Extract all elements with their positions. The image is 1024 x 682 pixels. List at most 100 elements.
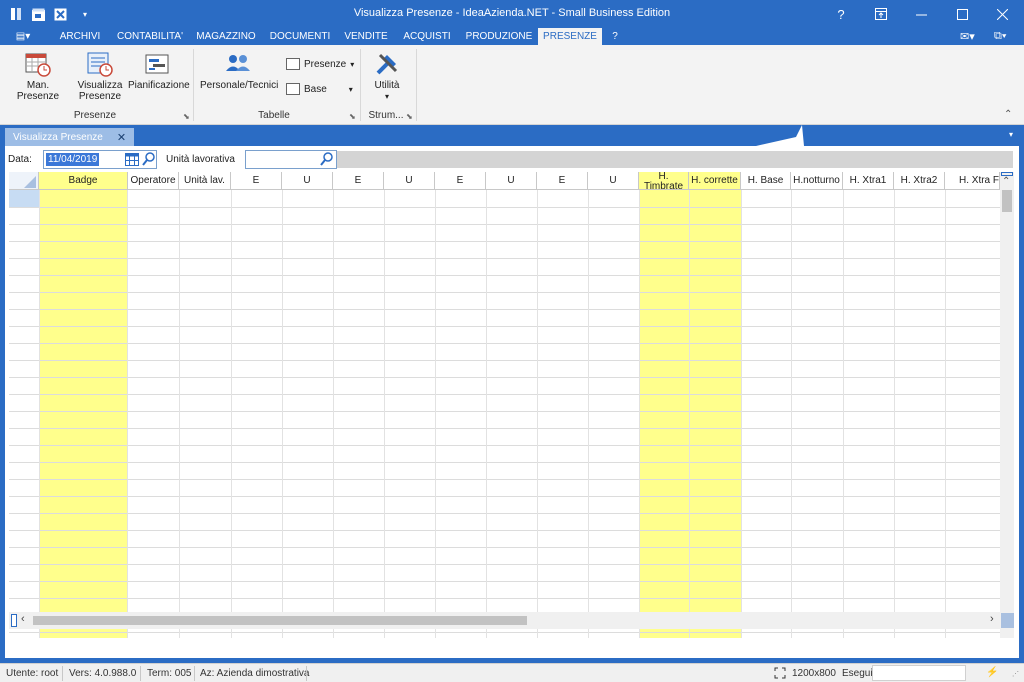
chevron-down-icon: ▾ <box>348 84 353 94</box>
resize-grip-icon[interactable]: ⋰ <box>1012 670 1019 678</box>
column-header-uscita[interactable]: U <box>588 172 639 190</box>
personale-tecnici-button[interactable]: Personale/Tecnici <box>200 51 278 91</box>
column-header-xtra-fe[interactable]: H. Xtra Fe <box>945 172 1000 190</box>
group-presenze-launcher-icon[interactable]: ⬊ <box>183 112 190 121</box>
vertical-scroll-thumb[interactable] <box>1002 190 1012 212</box>
grid-row-line <box>9 496 1000 497</box>
filter-spacer <box>337 151 1013 168</box>
grid-column-line <box>333 190 334 638</box>
ribbon-separator <box>193 49 194 121</box>
select-all-corner[interactable] <box>9 172 39 190</box>
horizontal-scroll-thumb[interactable] <box>33 616 527 625</box>
people-icon <box>224 51 252 77</box>
search-icon[interactable] <box>142 152 155 169</box>
tab-documenti[interactable]: DOCUMENTI <box>262 28 338 45</box>
scroll-right-icon[interactable]: › <box>990 613 994 625</box>
column-header-uscita[interactable]: U <box>282 172 333 190</box>
attendance-grid[interactable]: Badge Operatore Unità lav. E U E U E U E… <box>5 172 1019 638</box>
grid-column-line <box>537 190 538 638</box>
chevron-down-icon: ▾ <box>384 92 389 101</box>
grid-row-line <box>9 309 1000 310</box>
grid-column-line <box>843 190 844 638</box>
ribbon-collapse-button[interactable]: ⌃ <box>1004 109 1012 120</box>
ribbon-display-icon[interactable] <box>861 0 901 28</box>
tab-contabilita[interactable]: CONTABILITA' <box>110 28 190 45</box>
visualizza-presenze-button[interactable]: Visualizza Presenze <box>76 51 124 102</box>
status-resolution: 1200x800 <box>792 668 836 679</box>
column-header-badge[interactable]: Badge <box>39 172 128 190</box>
mail-dropdown-icon[interactable]: ✉▾ <box>960 30 975 43</box>
scroll-up-icon[interactable]: ⌃ <box>1002 176 1010 187</box>
column-header-unita[interactable]: Unità lav. <box>179 172 231 190</box>
scroll-left-icon[interactable]: ‹ <box>21 613 25 625</box>
column-header-entrata[interactable]: E <box>333 172 384 190</box>
table-icon <box>286 58 300 70</box>
man-presenze-button[interactable]: Man. Presenze <box>6 51 70 102</box>
grid-row-line <box>9 411 1000 412</box>
tabelle-presenze-button[interactable]: Presenze ▾ <box>286 55 354 73</box>
pianificazione-button[interactable]: Pianificazione <box>128 51 190 91</box>
tab-help[interactable]: ? <box>602 28 628 45</box>
grid-row-line <box>9 292 1000 293</box>
grid-row-line <box>9 207 1000 208</box>
status-execute[interactable]: Esegui <box>842 668 873 679</box>
group-tabelle-label: Tabelle <box>258 110 290 121</box>
horizontal-scrollbar[interactable]: ‹ › <box>9 612 1014 629</box>
column-header-timbrate[interactable]: H. Timbrate <box>639 172 689 190</box>
date-field[interactable]: 11/04/2019 <box>43 150 157 169</box>
windows-dropdown-icon[interactable]: ⧉▾ <box>994 30 1006 43</box>
tab-overflow-decoration <box>756 125 804 146</box>
column-header-operatore[interactable]: Operatore <box>128 172 179 190</box>
column-header-notturno[interactable]: H.notturno <box>791 172 843 190</box>
calendar-clock-icon <box>24 51 52 77</box>
column-header-entrata[interactable]: E <box>537 172 588 190</box>
close-tab-button[interactable]: ✕ <box>117 131 126 144</box>
status-separator <box>62 666 63 681</box>
help-button[interactable]: ? <box>821 0 861 28</box>
document-tab-strip: Visualizza Presenze ✕ ▾ <box>0 125 1024 146</box>
column-header-corrette[interactable]: H. corrette <box>689 172 741 190</box>
execute-input[interactable] <box>872 665 966 681</box>
status-separator <box>194 666 195 681</box>
tabelle-base-button[interactable]: Base ▾ <box>286 80 353 98</box>
column-header-uscita[interactable]: U <box>384 172 435 190</box>
view-attendance-icon <box>86 51 114 77</box>
fullscreen-icon[interactable] <box>774 667 786 682</box>
column-header-entrata[interactable]: E <box>231 172 282 190</box>
tab-archivi[interactable]: ARCHIVI <box>50 28 110 45</box>
grid-row-line <box>9 258 1000 259</box>
column-header-uscita[interactable]: U <box>486 172 537 190</box>
minimize-button[interactable] <box>901 0 941 28</box>
maximize-button[interactable] <box>942 0 982 28</box>
document-tab[interactable]: Visualizza Presenze ✕ <box>5 128 135 146</box>
vertical-scrollbar[interactable]: ⌃ <box>1000 172 1014 638</box>
group-strumenti-launcher-icon[interactable]: ⬊ <box>406 112 413 121</box>
unit-label: Unità lavorativa <box>166 154 235 165</box>
man-presenze-label: Man. Presenze <box>16 80 60 102</box>
grid-column-line <box>486 190 487 638</box>
column-header-base[interactable]: H. Base <box>741 172 791 190</box>
filter-bar: Data: 11/04/2019 Unità lavorativa <box>5 146 1019 172</box>
grid-row-line <box>9 224 1000 225</box>
tab-presenze[interactable]: PRESENZE <box>538 28 602 45</box>
column-header-xtra2[interactable]: H. Xtra2 <box>894 172 945 190</box>
unit-field[interactable] <box>245 150 337 169</box>
utilita-button[interactable]: Utilità ▾ <box>366 51 408 102</box>
utilita-label: Utilità <box>374 80 400 91</box>
tab-list-dropdown-icon[interactable]: ▾ <box>1009 130 1013 139</box>
grid-row-line <box>9 564 1000 565</box>
tab-produzione[interactable]: PRODUZIONE <box>460 28 538 45</box>
app-menu-button[interactable]: ▤▾ <box>8 28 38 45</box>
calendar-icon[interactable] <box>125 153 139 169</box>
grid-column-line <box>179 190 180 638</box>
tab-acquisti[interactable]: ACQUISTI <box>394 28 460 45</box>
main-content: Data: 11/04/2019 Unità lavorativa Badge … <box>0 146 1024 663</box>
close-button[interactable] <box>982 0 1022 28</box>
column-header-entrata[interactable]: E <box>435 172 486 190</box>
grid-row-line <box>9 513 1000 514</box>
tab-magazzino[interactable]: MAGAZZINO <box>190 28 262 45</box>
group-tabelle-launcher-icon[interactable]: ⬊ <box>349 112 356 121</box>
search-icon[interactable] <box>320 152 333 169</box>
tab-vendite[interactable]: VENDITE <box>338 28 394 45</box>
column-header-xtra1[interactable]: H. Xtra1 <box>843 172 894 190</box>
